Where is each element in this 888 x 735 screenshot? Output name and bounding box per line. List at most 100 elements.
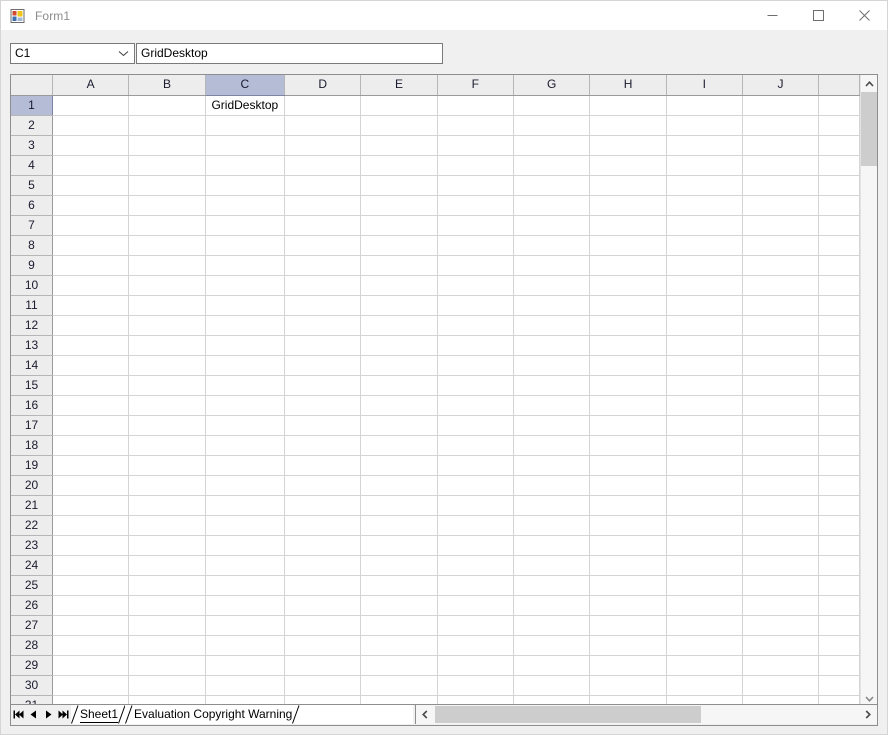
cell-partial-6[interactable] (818, 195, 860, 216)
cell-H7[interactable] (589, 215, 667, 236)
column-header-a[interactable]: A (52, 75, 130, 96)
cell-partial-3[interactable] (818, 135, 860, 156)
cell-B14[interactable] (128, 355, 206, 376)
cell-E30[interactable] (360, 675, 438, 696)
cell-I12[interactable] (666, 315, 743, 336)
cell-partial-30[interactable] (818, 675, 860, 696)
row-header-21[interactable]: 21 (11, 495, 53, 516)
cell-J22[interactable] (742, 515, 820, 536)
grid-viewport[interactable]: ABCDEFGHIJ 1 GridDesktop 2 3 4 5 6 7 8 9 10 11 12 13 1… (11, 75, 860, 707)
cell-E29[interactable] (360, 655, 438, 676)
cell-F16[interactable] (437, 395, 514, 416)
cell-I16[interactable] (666, 395, 743, 416)
cell-J19[interactable] (742, 455, 820, 476)
cell-B6[interactable] (128, 195, 206, 216)
cell-I8[interactable] (666, 235, 743, 256)
cell-G10[interactable] (513, 275, 591, 296)
cell-G24[interactable] (513, 555, 591, 576)
cell-partial-11[interactable] (818, 295, 860, 316)
cell-E5[interactable] (360, 175, 438, 196)
cell-H2[interactable] (589, 115, 667, 136)
row-header-9[interactable]: 9 (11, 255, 53, 276)
row-header-26[interactable]: 26 (11, 595, 53, 616)
horizontal-scrollbar[interactable] (415, 705, 877, 724)
cell-I17[interactable] (666, 415, 743, 436)
cell-A29[interactable] (52, 655, 130, 676)
cell-G18[interactable] (513, 435, 591, 456)
cell-B18[interactable] (128, 435, 206, 456)
cell-G23[interactable] (513, 535, 591, 556)
cell-J30[interactable] (742, 675, 820, 696)
cell-D12[interactable] (284, 315, 362, 336)
cell-F2[interactable] (437, 115, 514, 136)
cell-I30[interactable] (666, 675, 743, 696)
cell-C29[interactable] (205, 655, 286, 676)
cell-C23[interactable] (205, 535, 286, 556)
row-header-15[interactable]: 15 (11, 375, 53, 396)
cell-H11[interactable] (589, 295, 667, 316)
cell-A19[interactable] (52, 455, 130, 476)
cell-F21[interactable] (437, 495, 514, 516)
cell-E26[interactable] (360, 595, 438, 616)
row-header-16[interactable]: 16 (11, 395, 53, 416)
cell-D4[interactable] (284, 155, 362, 176)
cell-F10[interactable] (437, 275, 514, 296)
cell-partial-20[interactable] (818, 475, 860, 496)
cell-G2[interactable] (513, 115, 591, 136)
cell-D28[interactable] (284, 635, 362, 656)
cell-partial-23[interactable] (818, 535, 860, 556)
cell-J3[interactable] (742, 135, 820, 156)
row-header-3[interactable]: 3 (11, 135, 53, 156)
cell-A11[interactable] (52, 295, 130, 316)
cell-F11[interactable] (437, 295, 514, 316)
cell-B22[interactable] (128, 515, 206, 536)
cell-partial-12[interactable] (818, 315, 860, 336)
cell-partial-9[interactable] (818, 255, 860, 276)
column-header-partial[interactable] (818, 75, 860, 96)
cell-J24[interactable] (742, 555, 820, 576)
cell-J10[interactable] (742, 275, 820, 296)
cell-G20[interactable] (513, 475, 591, 496)
cell-E2[interactable] (360, 115, 438, 136)
cell-I5[interactable] (666, 175, 743, 196)
cell-G19[interactable] (513, 455, 591, 476)
cell-G26[interactable] (513, 595, 591, 616)
cell-H23[interactable] (589, 535, 667, 556)
column-header-d[interactable]: D (284, 75, 362, 96)
maximize-button[interactable] (795, 1, 841, 30)
cell-B10[interactable] (128, 275, 206, 296)
cell-I3[interactable] (666, 135, 743, 156)
cell-A2[interactable] (52, 115, 130, 136)
cell-I7[interactable] (666, 215, 743, 236)
cell-G14[interactable] (513, 355, 591, 376)
cell-F18[interactable] (437, 435, 514, 456)
cell-J16[interactable] (742, 395, 820, 416)
cell-D23[interactable] (284, 535, 362, 556)
cell-J18[interactable] (742, 435, 820, 456)
cell-partial-17[interactable] (818, 415, 860, 436)
cell-partial-2[interactable] (818, 115, 860, 136)
cell-J6[interactable] (742, 195, 820, 216)
cell-G1[interactable] (513, 95, 591, 116)
cell-A17[interactable] (52, 415, 130, 436)
cell-H9[interactable] (589, 255, 667, 276)
cell-B17[interactable] (128, 415, 206, 436)
cell-D27[interactable] (284, 615, 362, 636)
cell-G29[interactable] (513, 655, 591, 676)
formula-input[interactable]: GridDesktop (136, 43, 443, 64)
cell-H19[interactable] (589, 455, 667, 476)
cell-C4[interactable] (205, 155, 286, 176)
cell-J7[interactable] (742, 215, 820, 236)
cell-C17[interactable] (205, 415, 286, 436)
column-header-e[interactable]: E (360, 75, 438, 96)
column-header-g[interactable]: G (513, 75, 591, 96)
cell-G30[interactable] (513, 675, 591, 696)
cell-F9[interactable] (437, 255, 514, 276)
cell-F28[interactable] (437, 635, 514, 656)
cell-A21[interactable] (52, 495, 130, 516)
cell-G9[interactable] (513, 255, 591, 276)
cell-A5[interactable] (52, 175, 130, 196)
chevron-right-icon[interactable] (860, 706, 876, 723)
column-header-c[interactable]: C (205, 75, 286, 96)
cell-partial-29[interactable] (818, 655, 860, 676)
